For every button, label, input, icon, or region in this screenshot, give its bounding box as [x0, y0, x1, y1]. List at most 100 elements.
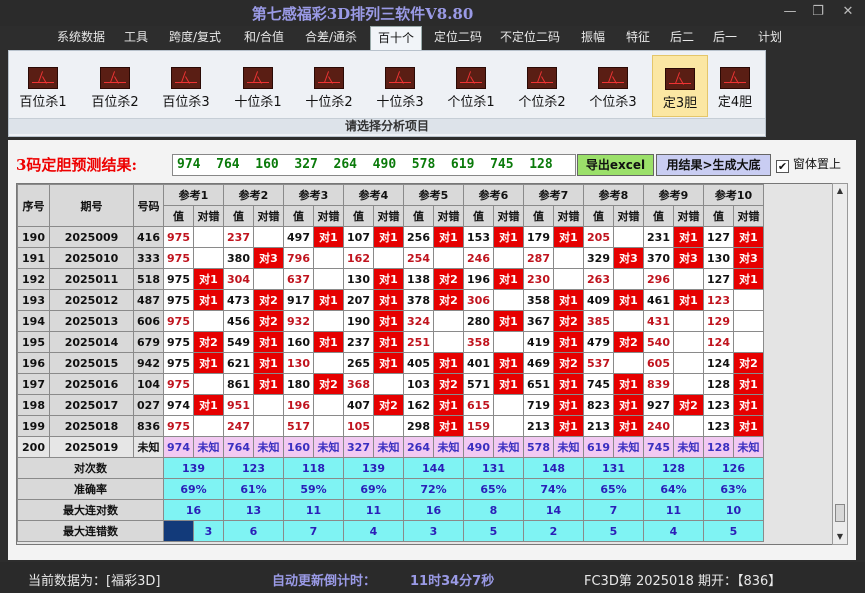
table-row[interactable]: 195 2025014 679 975 对2 549 对1 160 对1 237 对1 251 358 4… [17, 331, 764, 353]
table-row[interactable]: 194 2025013 606 975 456 对2 932 190 对1 324 280 对1 367… [17, 310, 764, 332]
table-row[interactable]: 196 2025015 942 975 对1 621 对1 130 265 对1 405 对1 401 对… [17, 352, 764, 374]
table-row[interactable]: 193 2025012 487 975 对1 473 对2 917 对1 207 对1 378 对2 30… [17, 289, 764, 311]
current-data-text: 当前数据为：[福彩3D] [28, 574, 161, 589]
stat-value: 11 [643, 499, 704, 521]
menu-feature[interactable]: 特征 [618, 26, 658, 50]
ref-header: 参考4 [343, 184, 404, 206]
menu-plan[interactable]: 计划 [750, 26, 790, 50]
menu-unfixed-two[interactable]: 不定位二码 [494, 26, 566, 50]
pred-value: 160 [283, 436, 314, 458]
stat-value: 16 [163, 499, 224, 521]
ribbon-btn-hundred-kill-3[interactable]: 百位杀3 [158, 55, 214, 117]
table-row[interactable]: 191 2025010 333 975 380 对3 796 162 254 246 287 329 对… [17, 247, 764, 269]
menu-fixed-two[interactable]: 定位二码 [428, 26, 488, 50]
restore-icon[interactable]: ❐ [806, 2, 830, 22]
ref-value: 153 [463, 226, 494, 248]
export-excel-button[interactable]: 导出excel [577, 154, 654, 176]
menu-system-data[interactable]: 系统数据 [48, 26, 114, 50]
close-icon[interactable]: ✕ [836, 2, 860, 22]
ref-result [673, 415, 704, 437]
minimize-icon[interactable]: — [778, 2, 802, 22]
row-number: 836 [133, 415, 164, 437]
stat-value: 3 [193, 520, 224, 542]
ref-result: 对1 [433, 226, 464, 248]
ref-result: 对1 [613, 415, 644, 437]
table-row[interactable]: 190 2025009 416 975 237 497 对1 107 对1 256 对1 153 对1 1… [17, 226, 764, 248]
ribbon-btn-fix-3[interactable]: 定3胆 [652, 55, 708, 117]
stay-on-top-checkbox[interactable]: ✔ 窗体置上 [776, 155, 841, 173]
ribbon-btn-unit-kill-1[interactable]: 个位杀1 [443, 55, 499, 117]
stat-row: 对次数 139 123 118 139 144 131 148 131 128 126 [17, 457, 764, 479]
generate-base-button[interactable]: 用结果>生成大底 [656, 154, 771, 176]
ribbon-btn-unit-kill-3[interactable]: 个位杀3 [585, 55, 641, 117]
ribbon-btn-hundred-kill-1[interactable]: 百位杀1 [15, 55, 71, 117]
ribbon-btn-ten-kill-2[interactable]: 十位杀2 [301, 55, 357, 117]
ref-value: 370 [643, 247, 674, 269]
ribbon-btn-ten-kill-1[interactable]: 十位杀1 [230, 55, 286, 117]
ribbon-caption: 请选择分析项目 [9, 118, 765, 134]
subheader-result: 对错 [553, 205, 584, 227]
ribbon-panel: 百位杀1 百位杀2 百位杀3 十位杀1 十位杀2 十位杀3 个位杀1 个位杀2 … [8, 50, 766, 137]
stat-value: 2 [523, 520, 584, 542]
table-row[interactable]: 199 2025018 836 975 247 517 105 298 对1 159 213 对1 21… [17, 415, 764, 437]
ref-result [733, 331, 764, 353]
ref-value: 230 [523, 268, 554, 290]
pred-unknown: 未知 [253, 436, 284, 458]
scroll-up-icon[interactable]: ▲ [833, 184, 847, 198]
ref-header: 参考8 [583, 184, 644, 206]
menu-diff[interactable]: 合差/通杀 [298, 26, 364, 50]
table-row[interactable]: 197 2025016 104 975 861 对1 180 对2 368 103 对2 571 对1 6… [17, 373, 764, 395]
ref-result: 对2 [433, 268, 464, 290]
menu-last-one[interactable]: 后一 [706, 26, 744, 50]
menu-span[interactable]: 跨度/复式 [160, 26, 230, 50]
ref-result: 对1 [193, 289, 224, 311]
ref-result [253, 415, 284, 437]
prediction-result-field[interactable]: 974 764 160 327 264 490 578 619 745 128 [172, 154, 576, 176]
ref-value: 975 [163, 352, 194, 374]
vertical-scrollbar[interactable]: ▲ ▼ [832, 183, 848, 545]
ref-value: 263 [583, 268, 614, 290]
ribbon-btn-fix-4[interactable]: 定4胆 [707, 55, 763, 117]
stat-value: 126 [703, 457, 764, 479]
row-seq: 195 [17, 331, 50, 353]
ref-value: 130 [343, 268, 374, 290]
ref-value: 296 [643, 268, 674, 290]
ref-result: 对1 [373, 289, 404, 311]
table-row[interactable]: 192 2025011 518 975 对1 304 637 130 对1 138 对2 196 对1 2… [17, 268, 764, 290]
ref-value: 461 [643, 289, 674, 311]
ribbon-btn-ten-kill-3[interactable]: 十位杀3 [372, 55, 428, 117]
ref-value: 304 [223, 268, 254, 290]
ref-value: 130 [703, 247, 734, 269]
ref-result: 对1 [733, 373, 764, 395]
ref-result: 对1 [433, 415, 464, 437]
table-row[interactable]: 198 2025017 027 974 对1 951 196 407 对2 162 对1 615 719… [17, 394, 764, 416]
ribbon-btn-hundred-kill-2[interactable]: 百位杀2 [87, 55, 143, 117]
ref-value: 123 [703, 289, 734, 311]
subheader-value: 值 [343, 205, 374, 227]
menu-last-two[interactable]: 后二 [664, 26, 700, 50]
ribbon-btn-unit-kill-2[interactable]: 个位杀2 [514, 55, 570, 117]
menu-amplitude[interactable]: 振幅 [574, 26, 612, 50]
subheader-result: 对错 [613, 205, 644, 227]
stat-row: 准确率 69% 61% 59% 69% 72% 65% 74% 65% 64% 63% [17, 478, 764, 500]
ref-result: 对3 [673, 247, 704, 269]
ref-value: 839 [643, 373, 674, 395]
ref-result [613, 226, 644, 248]
scroll-thumb[interactable] [835, 504, 845, 522]
menu-tools[interactable]: 工具 [116, 26, 156, 50]
menu-sum[interactable]: 和/合值 [232, 26, 296, 50]
ref-value: 637 [283, 268, 314, 290]
checkbox-icon[interactable]: ✔ [776, 160, 789, 173]
row-seq: 193 [17, 289, 50, 311]
ref-result: 对2 [553, 310, 584, 332]
menu-position[interactable]: 百十个 [370, 26, 422, 50]
ref-result: 对1 [553, 415, 584, 437]
stat-value: 11 [343, 499, 404, 521]
ref-result: 对1 [733, 268, 764, 290]
scroll-down-icon[interactable]: ▼ [833, 530, 847, 544]
ref-result [253, 226, 284, 248]
stat-value: 11 [283, 499, 344, 521]
stat-value: 131 [463, 457, 524, 479]
prediction-row[interactable]: 200 2025019 未知 974 未知 764 未知 160 未知 327 未知 264 未知 490… [17, 436, 764, 458]
pred-unknown: 未知 [733, 436, 764, 458]
